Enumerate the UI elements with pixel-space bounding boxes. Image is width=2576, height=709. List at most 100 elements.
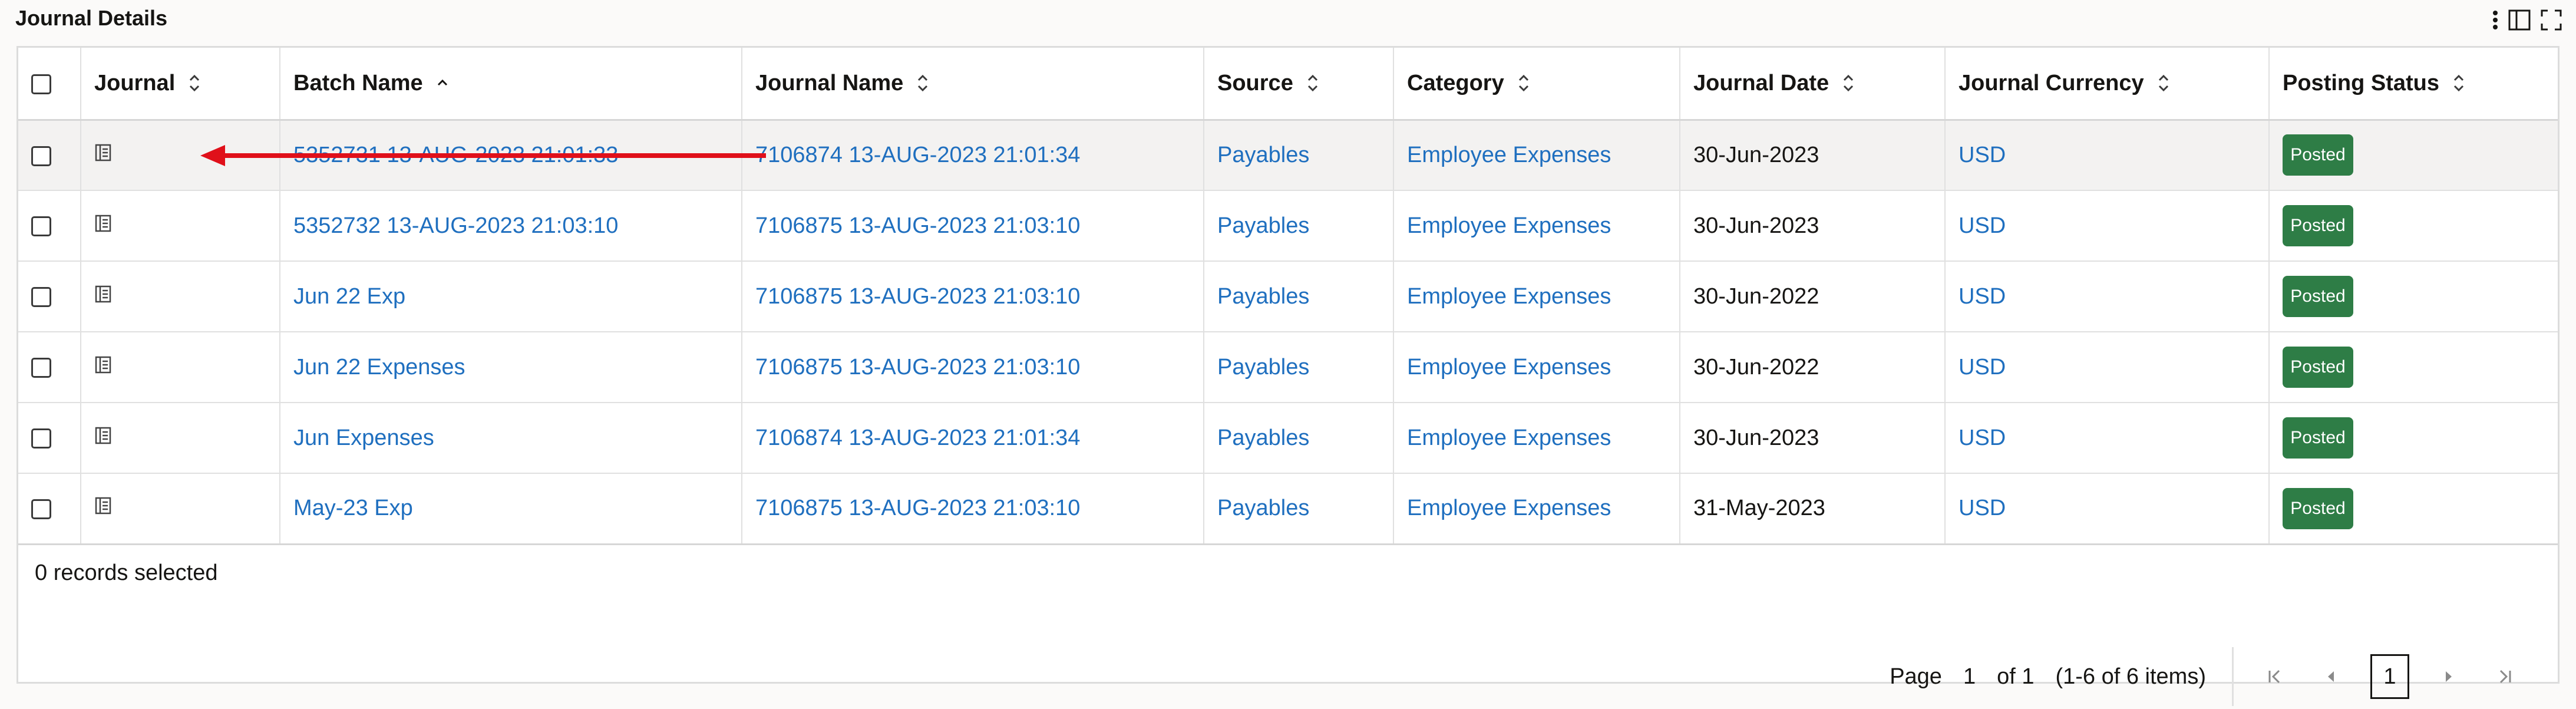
journal-date: 30-Jun-2022 [1680,261,1946,332]
batch-name-link[interactable]: 5352732 13-AUG-2023 21:03:10 [280,190,742,262]
column-header-batch-name[interactable]: Batch Name [280,48,742,121]
status-badge: Posted [2283,134,2353,176]
currency-link[interactable]: USD [1945,403,2270,474]
sort-icon[interactable] [188,73,201,93]
table-header-row: Journal Batch Name Journal Name Source C… [18,48,2558,121]
sort-icon[interactable] [2452,73,2465,93]
table-row[interactable]: 5352732 13-AUG-2023 21:03:10 7106875 13-… [18,190,2558,262]
column-header-journal[interactable]: Journal [81,48,280,121]
currency-link[interactable]: USD [1945,261,2270,332]
status-badge: Posted [2283,205,2353,246]
current-page-button[interactable]: 1 [2370,654,2409,699]
last-page-icon[interactable] [2487,659,2522,694]
sort-icon[interactable] [2157,73,2170,93]
row-checkbox[interactable] [31,499,51,520]
journal-icon[interactable] [94,285,112,304]
row-checkbox-cell[interactable] [18,190,81,262]
currency-link[interactable]: USD [1945,120,2270,191]
journal-icon-cell[interactable] [81,190,280,262]
select-all-checkbox-cell[interactable] [18,48,81,121]
batch-name-link[interactable]: Jun 22 Exp [280,261,742,332]
source-link[interactable]: Payables [1204,261,1394,332]
page-input[interactable]: 1 [1963,664,1976,690]
table-row[interactable]: Jun Expenses 7106874 13-AUG-2023 21:01:3… [18,403,2558,474]
pager-divider [2232,647,2234,706]
page-label: Page [1890,664,1942,689]
column-header-journal-date[interactable]: Journal Date [1680,48,1946,121]
journal-name-link[interactable]: 7106875 13-AUG-2023 21:03:10 [742,473,1204,545]
sort-icon[interactable] [1842,73,1855,93]
row-checkbox[interactable] [31,358,51,378]
source-link[interactable]: Payables [1204,473,1394,545]
category-link[interactable]: Employee Expenses [1393,403,1680,474]
journal-name-link[interactable]: 7106874 13-AUG-2023 21:01:34 [742,403,1204,474]
column-header-posting-status[interactable]: Posting Status [2269,48,2558,121]
selection-count: 0 records selected [35,560,218,585]
row-checkbox[interactable] [31,287,51,308]
items-range-label: (1-6 of 6 items) [2055,664,2206,689]
row-checkbox[interactable] [31,216,51,237]
currency-link[interactable]: USD [1945,190,2270,262]
first-page-icon[interactable] [2257,659,2293,694]
column-header-category[interactable]: Category [1393,48,1680,121]
next-page-icon[interactable] [2430,659,2466,694]
journal-name-link[interactable]: 7106875 13-AUG-2023 21:03:10 [742,190,1204,262]
sort-ascending-icon[interactable] [436,73,449,93]
row-checkbox[interactable] [31,146,51,166]
journal-icon-cell[interactable] [81,120,280,191]
posting-status-cell: Posted [2269,332,2558,403]
journal-icon[interactable] [94,214,112,233]
category-link[interactable]: Employee Expenses [1393,190,1680,262]
journal-icon-cell[interactable] [81,261,280,332]
posting-status-cell: Posted [2269,261,2558,332]
fullscreen-icon[interactable] [2539,8,2563,32]
column-header-journal-name[interactable]: Journal Name [742,48,1204,121]
currency-link[interactable]: USD [1945,473,2270,545]
panel-title: Journal Details [15,6,168,30]
source-link[interactable]: Payables [1204,190,1394,262]
journal-icon[interactable] [94,143,112,162]
source-link[interactable]: Payables [1204,403,1394,474]
source-link[interactable]: Payables [1204,332,1394,403]
columns-icon[interactable] [2508,8,2531,32]
journal-icon[interactable] [94,496,112,515]
batch-name-link[interactable]: May-23 Exp [280,473,742,545]
column-header-source[interactable]: Source [1204,48,1394,121]
sort-icon[interactable] [1306,73,1319,93]
row-checkbox-cell[interactable] [18,403,81,474]
category-link[interactable]: Employee Expenses [1393,261,1680,332]
row-checkbox-cell[interactable] [18,120,81,191]
category-link[interactable]: Employee Expenses [1393,473,1680,545]
table-row[interactable]: Jun 22 Expenses 7106875 13-AUG-2023 21:0… [18,332,2558,403]
journal-icon-cell[interactable] [81,473,280,545]
table-row[interactable]: Jun 22 Exp 7106875 13-AUG-2023 21:03:10 … [18,261,2558,332]
source-link[interactable]: Payables [1204,120,1394,191]
previous-page-icon[interactable] [2314,659,2349,694]
category-link[interactable]: Employee Expenses [1393,332,1680,403]
row-checkbox-cell[interactable] [18,332,81,403]
journal-icon-cell[interactable] [81,403,280,474]
currency-link[interactable]: USD [1945,332,2270,403]
sort-icon[interactable] [916,73,929,93]
batch-name-link[interactable]: Jun Expenses [280,403,742,474]
row-checkbox[interactable] [31,428,51,449]
batch-name-link[interactable]: 5352731 13-AUG-2023 21:01:33 [280,120,742,191]
status-badge: Posted [2283,276,2353,317]
page-of-label: of 1 [1997,664,2035,689]
journal-icon-cell[interactable] [81,332,280,403]
journal-name-link[interactable]: 7106874 13-AUG-2023 21:01:34 [742,120,1204,191]
batch-name-link[interactable]: Jun 22 Expenses [280,332,742,403]
row-checkbox-cell[interactable] [18,473,81,545]
table-row[interactable]: 5352731 13-AUG-2023 21:01:33 7106874 13-… [18,120,2558,191]
select-all-checkbox[interactable] [31,74,51,94]
sort-icon[interactable] [1517,73,1530,93]
category-link[interactable]: Employee Expenses [1393,120,1680,191]
more-vertical-icon[interactable] [2491,8,2499,32]
journal-name-link[interactable]: 7106875 13-AUG-2023 21:03:10 [742,332,1204,403]
table-row[interactable]: May-23 Exp 7106875 13-AUG-2023 21:03:10 … [18,473,2558,545]
column-header-journal-currency[interactable]: Journal Currency [1945,48,2270,121]
journal-name-link[interactable]: 7106875 13-AUG-2023 21:03:10 [742,261,1204,332]
journal-icon[interactable] [94,355,112,374]
journal-icon[interactable] [94,426,112,445]
row-checkbox-cell[interactable] [18,261,81,332]
